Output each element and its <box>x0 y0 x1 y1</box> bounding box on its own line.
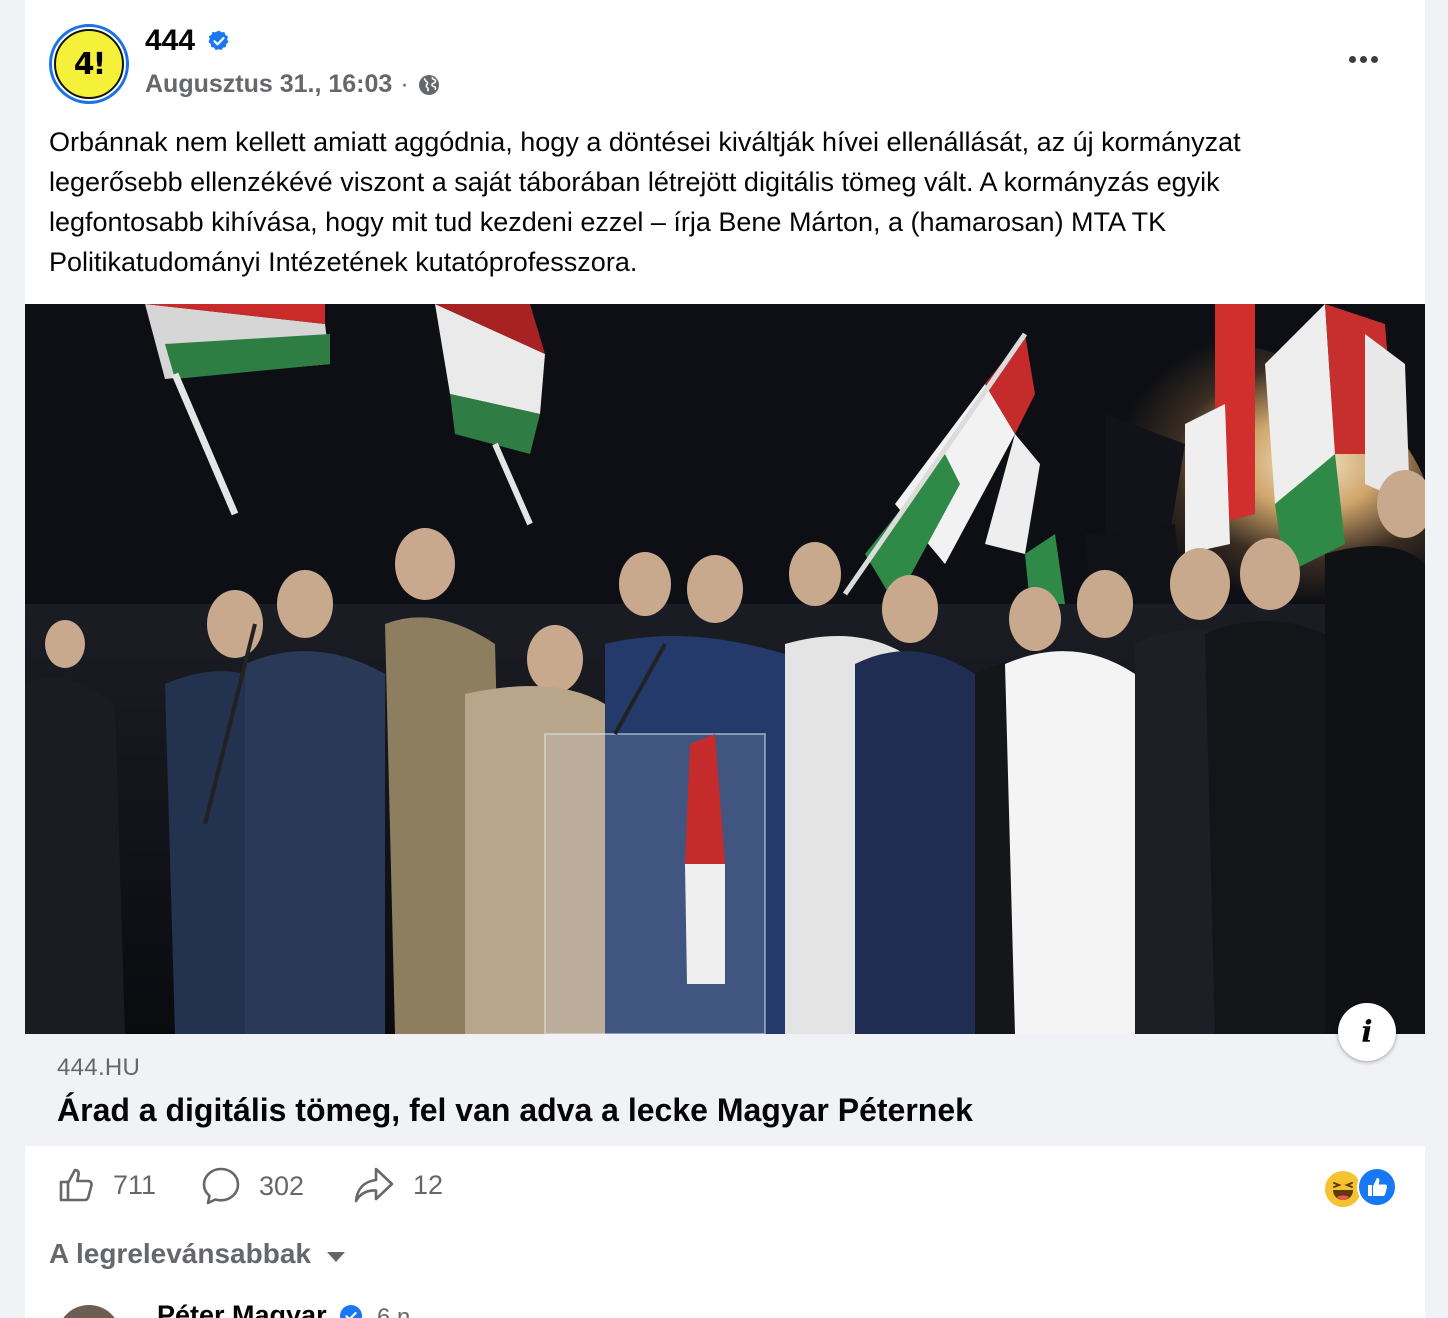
post-meta: Augusztus 31., 16:03 · <box>145 70 441 99</box>
page-name[interactable]: 444 <box>145 24 231 58</box>
share-arrow-icon <box>354 1167 394 1203</box>
more-dot <box>1370 55 1378 63</box>
link-domain: 444.HU <box>57 1054 141 1081</box>
comment-sort-dropdown[interactable]: A legrelevánsabbak <box>49 1238 345 1270</box>
commenter-name[interactable]: Péter Magyar <box>157 1300 363 1318</box>
post-body-text: Orbánnak nem kellett amiatt aggódnia, ho… <box>49 127 1241 277</box>
rally-photo-illustration <box>25 304 1425 1034</box>
like-reaction-icon <box>1357 1167 1397 1207</box>
chevron-down-icon <box>326 1252 345 1262</box>
page-avatar[interactable]: 4! <box>49 24 129 104</box>
globe-icon <box>417 73 441 97</box>
link-title: Árad a digitális tömeg, fel van adva a l… <box>57 1092 973 1128</box>
post-card: 4! 444 Augusztus 31., 16:03 · Orbánnak n… <box>25 0 1425 1318</box>
link-preview[interactable]: 444.HU Árad a digitális tömeg, fel van a… <box>25 1034 1425 1146</box>
page-logo: 4! <box>54 29 124 99</box>
reaction-summary[interactable] <box>1323 1167 1403 1209</box>
more-dots-icon <box>1348 55 1356 63</box>
post-photo[interactable] <box>25 304 1425 1034</box>
more-dot <box>1359 55 1367 63</box>
meta-separator: · <box>400 70 409 98</box>
action-bar: 711 302 12 <box>25 1160 1425 1220</box>
sort-label: A legrelevánsabbak <box>49 1238 311 1269</box>
scrollbar-track[interactable] <box>1423 0 1425 200</box>
comment-timestamp[interactable]: 6 n <box>377 1304 410 1318</box>
thumbs-up-icon <box>59 1168 93 1202</box>
post-timestamp[interactable]: Augusztus 31., 16:03 <box>145 70 392 99</box>
comment-count: 302 <box>259 1170 305 1201</box>
info-icon[interactable]: i <box>1338 1003 1396 1061</box>
logo-text: 4! <box>73 46 107 82</box>
like-button[interactable]: 711 <box>57 1166 156 1204</box>
share-button[interactable]: 12 <box>353 1166 443 1204</box>
page-name-label: 444 <box>145 24 196 57</box>
verified-badge-icon <box>339 1304 363 1318</box>
verified-badge-icon <box>207 29 231 53</box>
comment-button[interactable]: 302 <box>201 1166 304 1206</box>
comment-bubble-icon <box>202 1167 240 1205</box>
commenter-avatar[interactable] <box>57 1305 121 1318</box>
more-options-button[interactable] <box>1343 44 1383 74</box>
like-count: 711 <box>113 1169 157 1200</box>
info-label: i <box>1361 1014 1373 1050</box>
commenter-name-label: Péter Magyar <box>157 1300 327 1318</box>
share-count: 12 <box>413 1169 444 1200</box>
